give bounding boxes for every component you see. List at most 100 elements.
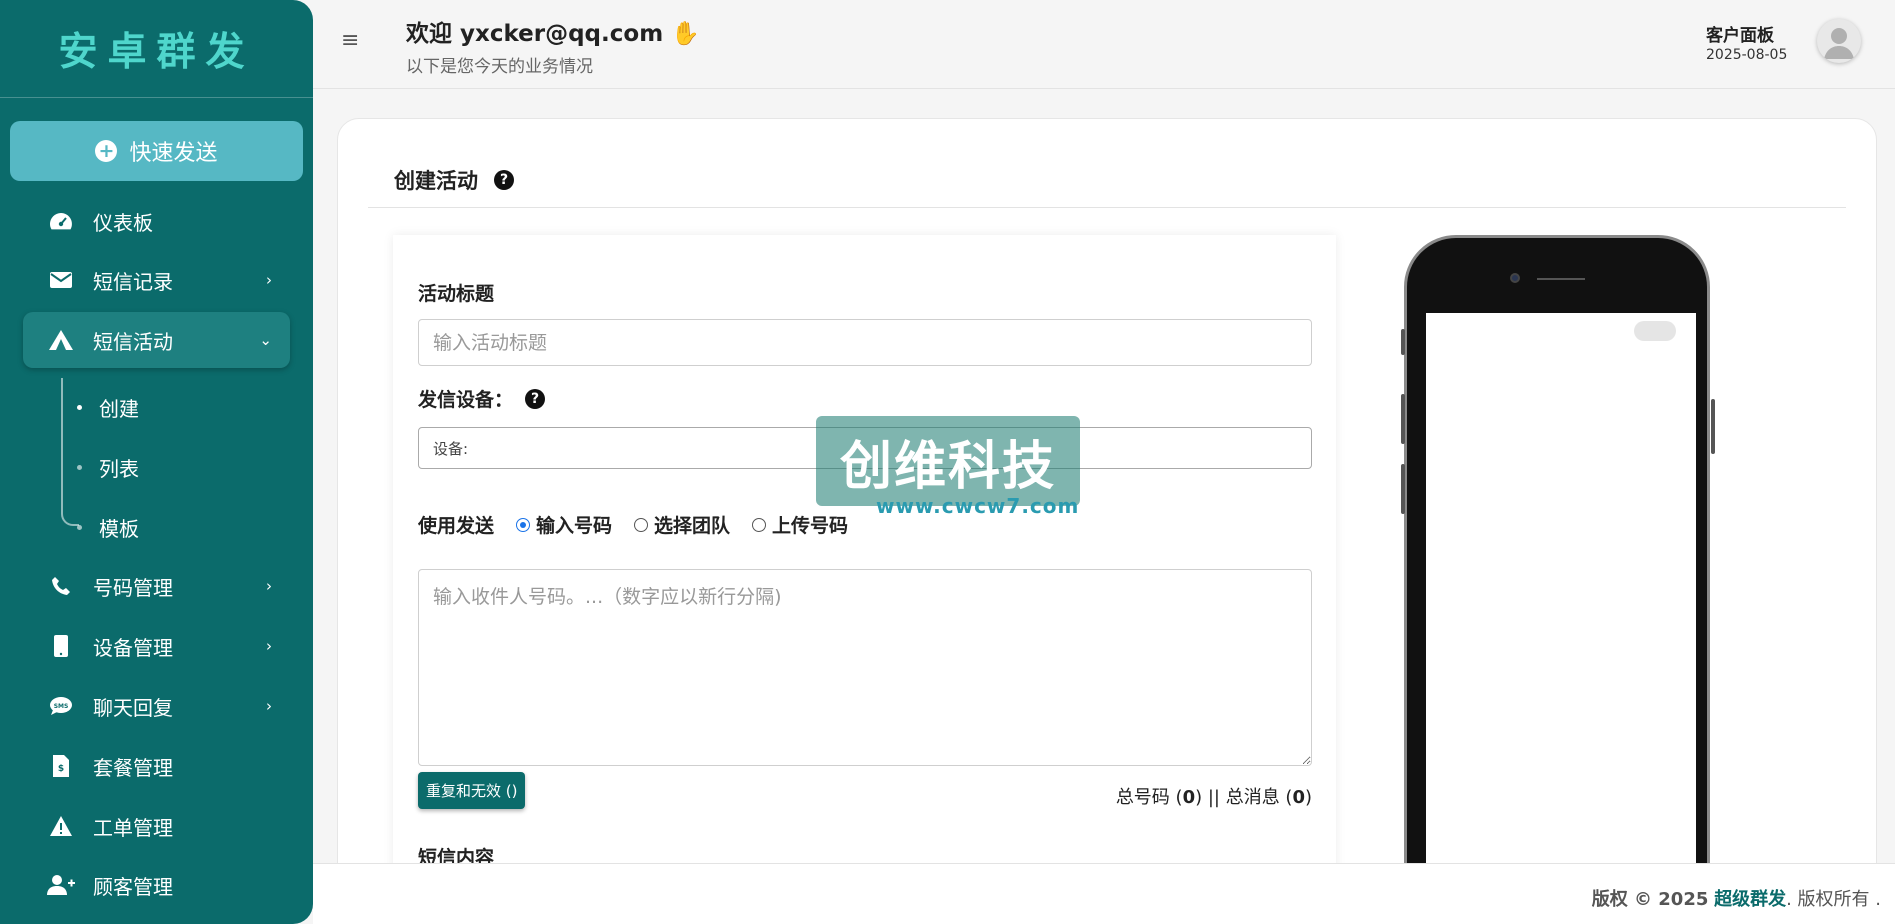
total-numbers: 0	[1182, 787, 1196, 808]
menu-toggle-icon[interactable]: ≡	[341, 28, 359, 53]
sidebar-item-label: 聊天回复	[93, 695, 173, 720]
phone-screen	[1426, 313, 1696, 924]
waving-hand-icon: ✋	[671, 21, 700, 47]
sidebar-item-number-management[interactable]: 号码管理 ›	[23, 558, 290, 614]
bullet-icon	[77, 404, 82, 410]
current-date: 2025-08-05	[1706, 47, 1788, 63]
sidebar-item-device-management[interactable]: 设备管理 ›	[23, 618, 290, 674]
create-campaign-card: 创建活动 ? 活动标题 发信设备： ? 设备: 使用发送 输入号码 选择团队 上…	[337, 118, 1877, 924]
welcome-subtitle: 以下是您今天的业务情况	[406, 57, 593, 77]
sidebar-item-label: 顾客管理	[93, 874, 173, 899]
warning-icon	[43, 815, 79, 837]
copyright-suffix: . 版权所有 .	[1786, 889, 1881, 910]
phone-icon	[43, 576, 79, 596]
campaign-form: 活动标题 发信设备： ? 设备: 使用发送 输入号码 选择团队 上传号码 重复和…	[393, 235, 1336, 924]
totals-prefix: 总号码 (	[1115, 787, 1183, 808]
svg-text:SMS: SMS	[54, 703, 69, 710]
panel-title: 客户面板	[1706, 26, 1774, 46]
sidebar-item-label: 工单管理	[93, 815, 173, 840]
chevron-right-icon: ›	[266, 577, 272, 595]
phone-side-button	[1401, 394, 1405, 444]
device-label: 发信设备：	[418, 389, 514, 411]
totals-suffix: )	[1304, 787, 1312, 808]
radio-select-team[interactable]: 选择团队	[634, 511, 730, 538]
brand-logo[interactable]: 安卓群发	[0, 0, 313, 98]
campground-icon	[43, 329, 79, 351]
sidebar-item-chat-reply[interactable]: SMS 聊天回复 ›	[23, 678, 290, 734]
welcome-heading: 欢迎 yxcker@qq.com ✋	[406, 14, 700, 48]
chevron-right-icon: ›	[266, 271, 272, 289]
chevron-right-icon: ›	[266, 637, 272, 655]
copyright: 版权 © 2025 超级群发. 版权所有 .	[1592, 885, 1881, 911]
send-mode-group: 使用发送 输入号码 选择团队 上传号码	[418, 511, 848, 538]
recipients-textarea[interactable]	[418, 569, 1312, 766]
radio-label: 选择团队	[654, 515, 731, 537]
sidebar-item-label: 设备管理	[93, 635, 173, 660]
quick-send-button[interactable]: + 快速发送	[10, 121, 303, 181]
radio-button[interactable]	[752, 517, 767, 532]
radio-button[interactable]	[634, 517, 649, 532]
phone-preview	[1404, 235, 1710, 924]
watermark: 创维科技 www.cwcw7.com	[816, 416, 1080, 526]
sidebar-item-label: 短信活动	[93, 329, 173, 354]
sidebar-item-label: 套餐管理	[93, 755, 173, 780]
sidebar-item-plan-management[interactable]: $ 套餐管理	[23, 738, 290, 794]
page-title: 创建活动	[394, 169, 478, 193]
svg-text:$: $	[58, 764, 64, 774]
total-messages: 0	[1292, 787, 1305, 808]
sidebar-item-dashboard[interactable]: 仪表板	[23, 193, 290, 249]
watermark-text: 创维科技	[816, 416, 1080, 506]
radio-button[interactable]	[516, 517, 531, 532]
totals-mid: ) || 总消息 (	[1195, 787, 1293, 808]
radio-enter-numbers[interactable]: 输入号码	[516, 511, 612, 538]
bullet-icon	[77, 464, 82, 470]
sidebar-item-ticket-management[interactable]: 工单管理	[23, 798, 290, 854]
user-plus-icon	[43, 874, 79, 896]
submenu-item-template[interactable]: 模板	[77, 509, 139, 545]
message-bubble-preview	[1634, 321, 1676, 341]
avatar[interactable]	[1817, 19, 1861, 63]
mobile-device-icon	[43, 635, 79, 657]
campaign-title-label: 活动标题	[418, 283, 495, 305]
sidebar: 安卓群发 + 快速发送 仪表板 短信记录 › 短信活动 ⌄ 创建 列表 模板 号…	[0, 0, 313, 924]
submenu-label: 列表	[99, 456, 139, 481]
welcome-text: 欢迎 yxcker@qq.com	[406, 21, 664, 47]
sidebar-item-sms-records[interactable]: 短信记录 ›	[23, 252, 290, 308]
copyright-prefix: 版权 © 2025	[1591, 889, 1709, 910]
footer: 版权 © 2025 超级群发. 版权所有 .	[313, 863, 1895, 924]
plus-circle-icon: +	[95, 140, 118, 162]
phone-side-button	[1401, 329, 1405, 355]
footer-brand-link[interactable]: 超级群发	[1714, 889, 1786, 910]
sidebar-item-label: 短信记录	[93, 269, 173, 294]
remove-duplicates-button[interactable]: 重复和无效 ()	[418, 772, 526, 809]
send-using-label: 使用发送	[418, 515, 495, 537]
device-label-row: 发信设备： ?	[418, 385, 546, 412]
gauge-icon	[43, 211, 79, 231]
phone-side-button	[1401, 464, 1405, 514]
submenu-label: 创建	[99, 396, 139, 421]
campaign-title-input[interactable]	[418, 319, 1312, 366]
submenu-item-create[interactable]: 创建	[77, 389, 139, 425]
sidebar-item-label: 仪表板	[93, 210, 153, 235]
top-header: ≡ 欢迎 yxcker@qq.com ✋ 以下是您今天的业务情况 客户面板 202…	[313, 0, 1895, 89]
sidebar-item-sms-campaign[interactable]: 短信活动 ⌄	[23, 312, 290, 368]
submenu-label: 模板	[99, 516, 139, 541]
phone-side-button	[1711, 399, 1715, 454]
phone-speaker	[1537, 278, 1585, 280]
bullet-icon	[77, 524, 82, 530]
submenu-item-list[interactable]: 列表	[77, 449, 139, 485]
radio-label: 输入号码	[536, 515, 613, 537]
invoice-icon: $	[43, 755, 79, 777]
question-circle-icon[interactable]: ?	[525, 388, 546, 409]
sms-bubble-icon: SMS	[43, 696, 79, 716]
envelope-icon	[43, 272, 79, 288]
sidebar-item-label: 号码管理	[93, 575, 173, 600]
totals-summary: 总号码 (0) || 总消息 (0)	[1116, 783, 1312, 809]
card-title: 创建活动 ?	[394, 165, 514, 195]
chevron-right-icon: ›	[266, 697, 272, 715]
watermark-url: www.cwcw7.com	[876, 494, 1080, 518]
question-circle-icon[interactable]: ?	[494, 170, 514, 190]
sidebar-item-customer-management[interactable]: 顾客管理	[23, 857, 290, 913]
phone-camera	[1510, 273, 1520, 283]
quick-send-label: 快速发送	[129, 141, 218, 166]
